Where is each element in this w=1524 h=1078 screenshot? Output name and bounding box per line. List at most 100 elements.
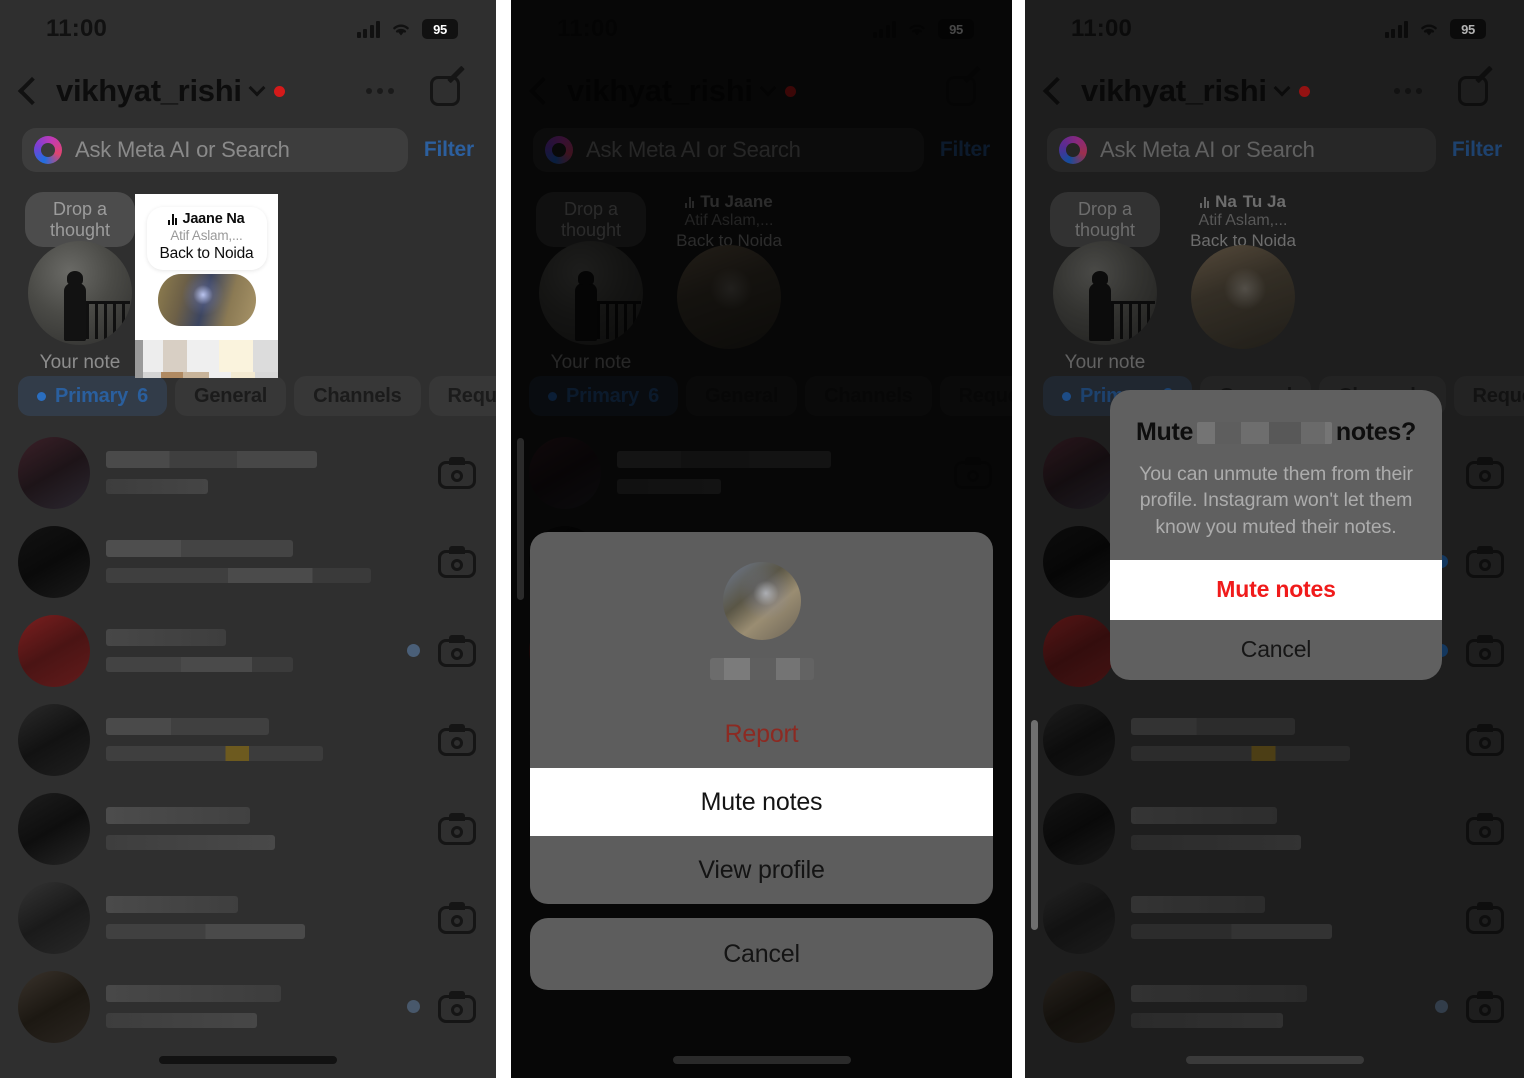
back-chevron-icon[interactable]	[17, 76, 47, 106]
camera-icon[interactable]	[954, 456, 992, 489]
camera-icon[interactable]	[1466, 456, 1504, 489]
friend-note-bubble[interactable]: Tu Jaane Atif Aslam,... Back to Noida	[663, 192, 795, 251]
compose-icon[interactable]	[1458, 65, 1493, 108]
alert-title: Mute notes?	[1136, 418, 1416, 447]
avatar	[1043, 436, 1115, 509]
mute-notes-button[interactable]: Mute notes	[530, 768, 993, 836]
avatar	[1043, 970, 1115, 1043]
search-input[interactable]: Ask Meta AI or Search	[1047, 128, 1436, 172]
table-row[interactable]	[1043, 962, 1524, 1051]
table-row[interactable]	[18, 962, 496, 1051]
camera-icon[interactable]	[1466, 545, 1504, 578]
filter-button[interactable]: Filter	[940, 138, 990, 162]
scrollbar[interactable]	[1031, 720, 1038, 930]
table-row[interactable]	[1043, 873, 1524, 962]
tab-general[interactable]: General	[175, 376, 287, 416]
cancel-button[interactable]: Cancel	[530, 918, 993, 990]
search-input[interactable]: Ask Meta AI or Search	[22, 128, 408, 172]
tab-requests[interactable]: Requests	[1453, 376, 1524, 416]
tab-primary[interactable]: Primary 6	[529, 376, 679, 416]
status-clock: 11:00	[557, 15, 619, 42]
tab-general[interactable]: General	[686, 376, 798, 416]
compose-icon[interactable]	[430, 65, 465, 108]
cancel-button[interactable]: Cancel	[1110, 620, 1442, 680]
tab-channels[interactable]: Channels	[294, 376, 421, 416]
note-song-title-front: Tu Ja	[1242, 192, 1286, 211]
avatar	[1043, 792, 1115, 865]
camera-icon[interactable]	[438, 545, 476, 578]
table-row[interactable]	[18, 873, 496, 962]
report-button[interactable]: Report	[530, 700, 993, 768]
view-profile-button[interactable]: View profile	[530, 836, 993, 904]
table-row[interactable]	[529, 428, 1012, 517]
table-row[interactable]	[18, 517, 496, 606]
camera-icon[interactable]	[438, 901, 476, 934]
note-artist: Atif Aslam,...	[170, 228, 243, 243]
tab-primary[interactable]: Primary 6	[18, 376, 168, 416]
tab-requests-label: Requests	[447, 384, 496, 407]
scrollbar[interactable]	[517, 438, 524, 600]
table-row[interactable]	[1043, 695, 1524, 784]
more-options-icon[interactable]	[366, 88, 394, 94]
note-preview-card[interactable]: Jaane Na Atif Aslam,... Back to Noida	[135, 194, 278, 378]
back-chevron-icon[interactable]	[528, 76, 558, 106]
account-username[interactable]: vikhyat_rishi	[56, 73, 242, 109]
tab-requests[interactable]: Requests	[939, 376, 1012, 416]
camera-icon[interactable]	[438, 723, 476, 756]
more-options-icon[interactable]	[882, 88, 910, 94]
table-row[interactable]	[18, 784, 496, 873]
table-row[interactable]	[1043, 784, 1524, 873]
camera-icon[interactable]	[438, 812, 476, 845]
your-note-bubble[interactable]: Drop a thought	[25, 192, 135, 248]
your-note[interactable]: Drop a thought Your note	[18, 192, 142, 374]
search-placeholder: Ask Meta AI or Search	[1100, 137, 1315, 162]
confirm-mute-notes-button[interactable]: Mute notes	[1110, 559, 1442, 620]
back-chevron-icon[interactable]	[1042, 76, 1072, 106]
more-options-icon[interactable]	[1394, 88, 1422, 94]
camera-icon[interactable]	[1466, 723, 1504, 756]
table-row[interactable]	[18, 695, 496, 784]
camera-icon[interactable]	[1466, 812, 1504, 845]
camera-icon[interactable]	[438, 634, 476, 667]
unread-dot-icon	[548, 391, 557, 401]
compose-icon[interactable]	[946, 65, 981, 108]
note-song-title: Jaane Na	[182, 211, 245, 227]
your-note[interactable]: Drop a thought Your note	[1043, 192, 1167, 374]
tab-requests[interactable]: Requests	[428, 376, 496, 416]
friend-note-bubble[interactable]: Na Tu Ja Atif Aslam,... Back to Noida	[1177, 192, 1309, 251]
account-username[interactable]: vikhyat_rishi	[1081, 73, 1267, 109]
row-redacted-text	[106, 540, 407, 583]
table-row[interactable]	[18, 606, 496, 695]
camera-icon[interactable]	[438, 456, 476, 489]
chevron-down-icon[interactable]	[759, 79, 777, 97]
filter-button[interactable]: Filter	[424, 138, 474, 162]
avatar	[539, 241, 643, 346]
your-note-bubble[interactable]: Drop a thought	[1050, 192, 1160, 248]
camera-icon[interactable]	[1466, 901, 1504, 934]
cellular-bars-icon	[356, 20, 380, 38]
account-username[interactable]: vikhyat_rishi	[567, 73, 753, 109]
row-redacted-text	[106, 985, 407, 1028]
conversation-list	[0, 428, 496, 1051]
friend-note[interactable]: Na Tu Ja Atif Aslam,... Back to Noida	[1181, 192, 1305, 349]
tab-primary-count: 6	[648, 384, 660, 407]
filter-button[interactable]: Filter	[1452, 138, 1502, 162]
your-note[interactable]: Drop a thought Your note	[529, 192, 653, 374]
tab-channels[interactable]: Channels	[805, 376, 932, 416]
chevron-down-icon[interactable]	[248, 79, 266, 97]
action-sheet-header	[530, 532, 993, 700]
friend-note[interactable]: Tu Jaane Atif Aslam,... Back to Noida	[667, 192, 791, 349]
table-row[interactable]	[18, 428, 496, 517]
panel-divider	[1012, 0, 1025, 1078]
battery-icon: 95	[938, 19, 974, 39]
camera-icon[interactable]	[1466, 634, 1504, 667]
chevron-down-icon[interactable]	[1273, 79, 1291, 97]
search-input[interactable]: Ask Meta AI or Search	[533, 128, 924, 172]
audio-waveform-icon	[168, 213, 178, 225]
camera-icon[interactable]	[438, 990, 476, 1023]
dm-header: vikhyat_rishi	[1025, 58, 1524, 124]
alert-message: You can unmute them from their profile. …	[1139, 463, 1413, 538]
status-indicators: 95	[356, 19, 458, 39]
your-note-bubble[interactable]: Drop a thought	[536, 192, 646, 248]
camera-icon[interactable]	[1466, 990, 1504, 1023]
